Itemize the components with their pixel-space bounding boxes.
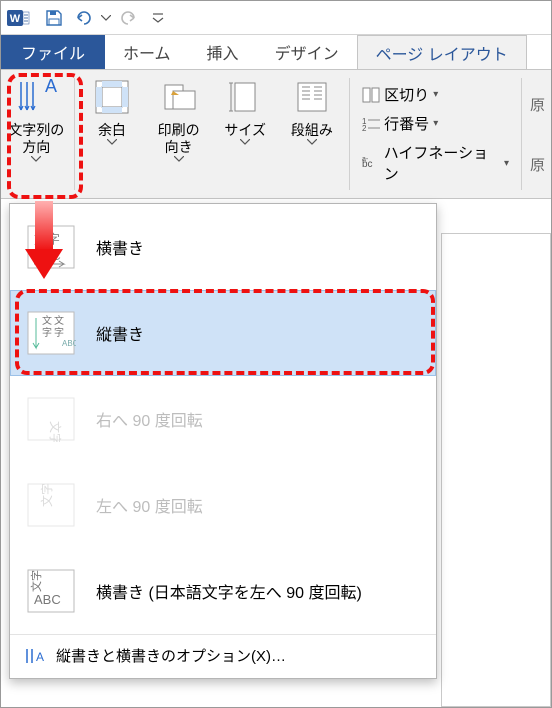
svg-text:文字 ABC: 文字 ABC [39, 482, 54, 507]
tab-home[interactable]: ホーム [105, 35, 189, 69]
svg-text:ABC: ABC [34, 248, 61, 263]
ribbon-body: A 文字列の 方向 余白 [1, 69, 551, 199]
chevron-down-icon: ▾ [433, 89, 438, 100]
rotate-right-icon: 文字 ABC [24, 394, 78, 444]
dd-rotate-left-label: 左へ 90 度回転 [96, 493, 203, 517]
svg-text:2: 2 [362, 124, 367, 132]
chevron-down-icon [307, 139, 317, 145]
dd-rotate-right: 文字 ABC 右へ 90 度回転 [10, 376, 436, 462]
chevron-down-icon: ▾ [504, 158, 509, 169]
svg-text:文字 ABC: 文字 ABC [48, 421, 63, 442]
hyphenation-button[interactable]: bca- ハイフネーション ▾ [358, 140, 513, 186]
vertical-direction-icon: 文字文字ABC [24, 308, 78, 358]
svg-text:a-: a- [362, 156, 369, 163]
breaks-icon [362, 87, 380, 103]
tab-insert[interactable]: 挿入 [189, 35, 257, 69]
breaks-button[interactable]: 区切り ▾ [358, 82, 513, 107]
text-direction-button[interactable]: A 文字列の 方向 [7, 74, 66, 194]
dd-rotate-left: 文字 ABC 左へ 90 度回転 [10, 462, 436, 548]
orientation-icon [159, 74, 199, 120]
chevron-down-icon [107, 139, 117, 145]
breaks-label: 区切り [384, 84, 429, 105]
svg-text:ABC: ABC [62, 339, 76, 348]
text-direction-dropdown: 文字ABC 横書き 文字文字ABC 縦書き 文字 ABC 右へ 90 度回転 文… [9, 203, 437, 679]
text-direction-icon: A [15, 74, 57, 120]
dd-horizontal-jp-rotate-label: 横書き (日本語文字を左へ 90 度回転) [96, 579, 362, 603]
margins-label: 余白 [98, 122, 126, 139]
horizontal-jp-rotate-icon: 文字ABC [24, 566, 78, 616]
tab-design[interactable]: デザイン [257, 35, 357, 69]
tab-file[interactable]: ファイル [1, 35, 105, 69]
ribbon-right-truncated: 原 原 [530, 74, 545, 194]
redo-button[interactable] [113, 3, 143, 33]
svg-text:文字: 文字 [34, 232, 60, 247]
dd-options[interactable]: A 縦書きと横書きのオプション(X)… [10, 634, 436, 676]
truncated-label-1: 原 [530, 94, 545, 115]
hyphenation-icon: bca- [362, 155, 380, 171]
svg-text:字: 字 [54, 326, 64, 339]
line-numbers-icon: 12 [362, 116, 380, 132]
page-setup-col: 区切り ▾ 12 行番号 ▾ bca- ハイフネーション ▾ [358, 74, 513, 194]
dd-rotate-right-label: 右へ 90 度回転 [96, 407, 203, 431]
dd-vertical-label: 縦書き [96, 321, 144, 345]
line-numbers-label: 行番号 [384, 113, 429, 134]
chevron-down-icon [174, 156, 184, 162]
dd-options-label: 縦書きと横書きのオプション(X)… [56, 645, 286, 666]
separator [349, 78, 350, 190]
undo-button[interactable] [69, 3, 99, 33]
undo-dropdown-caret[interactable] [99, 3, 113, 33]
line-numbers-button[interactable]: 12 行番号 ▾ [358, 111, 513, 136]
orientation-button[interactable]: 印刷の 向き [149, 74, 208, 194]
svg-text:A: A [45, 76, 57, 96]
dd-vertical[interactable]: 文字文字ABC 縦書き [10, 290, 436, 376]
svg-text:ABC: ABC [34, 592, 61, 607]
svg-text:文: 文 [42, 314, 52, 327]
svg-text:A: A [36, 650, 44, 664]
separator [74, 78, 75, 190]
dd-horizontal[interactable]: 文字ABC 横書き [10, 204, 436, 290]
orientation-label: 印刷の 向き [158, 122, 200, 156]
chevron-down-icon [240, 139, 250, 145]
svg-text:文: 文 [54, 314, 64, 327]
word-app-icon: W [5, 5, 31, 31]
text-direction-options-icon: A [24, 646, 46, 666]
qat-customize-caret[interactable] [143, 3, 173, 33]
margins-icon [92, 74, 132, 120]
svg-text:字: 字 [42, 326, 52, 339]
text-direction-label: 文字列の 方向 [8, 122, 64, 156]
columns-icon [292, 74, 332, 120]
chevron-down-icon [31, 156, 41, 162]
separator [521, 78, 522, 190]
document-canvas[interactable] [441, 233, 551, 707]
size-label: サイズ [224, 122, 266, 139]
hyphenation-label: ハイフネーション [384, 142, 500, 184]
tab-page-layout[interactable]: ページ レイアウト [357, 35, 527, 69]
save-button[interactable] [39, 3, 69, 33]
margins-button[interactable]: 余白 [83, 74, 142, 194]
columns-button[interactable]: 段組み [283, 74, 342, 194]
svg-text:文字: 文字 [29, 570, 43, 592]
chevron-down-icon: ▾ [433, 118, 438, 129]
dd-horizontal-jp-rotate[interactable]: 文字ABC 横書き (日本語文字を左へ 90 度回転) [10, 548, 436, 634]
horizontal-direction-icon: 文字ABC [24, 222, 78, 272]
dd-horizontal-label: 横書き [96, 235, 144, 259]
columns-label: 段組み [291, 122, 333, 139]
title-bar: W [1, 1, 551, 35]
truncated-label-2: 原 [530, 154, 545, 175]
svg-text:W: W [10, 13, 21, 25]
rotate-left-icon: 文字 ABC [24, 480, 78, 530]
ribbon-tabs: ファイル ホーム 挿入 デザイン ページ レイアウト [1, 35, 551, 69]
size-button[interactable]: サイズ [216, 74, 275, 194]
size-icon [225, 74, 265, 120]
